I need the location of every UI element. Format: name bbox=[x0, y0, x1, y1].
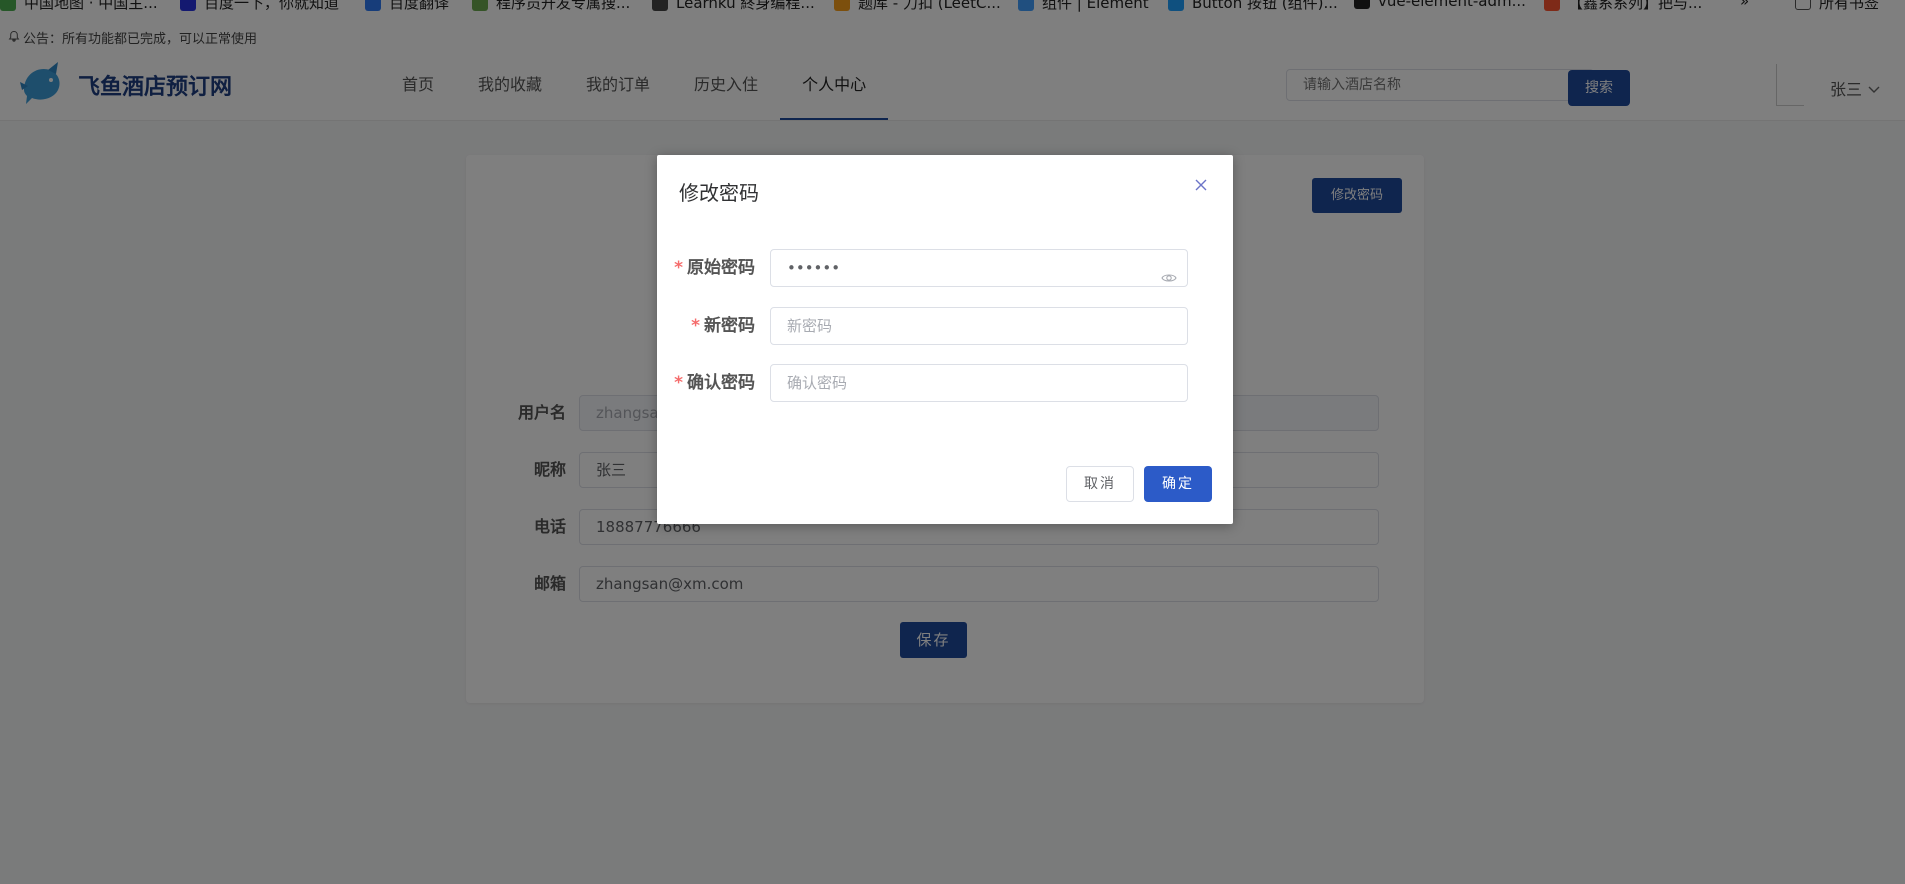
eye-icon[interactable] bbox=[1161, 261, 1177, 297]
new-password-label: * 新密码 bbox=[691, 316, 755, 336]
change-password-dialog: 修改密码 * 原始密码 •••••• * 新密码 新密码 * 确认密码 确认密码 取消… bbox=[657, 155, 1233, 524]
old-password-label: * 原始密码 bbox=[674, 258, 755, 278]
confirm-password-label: * 确认密码 bbox=[674, 373, 755, 393]
close-icon[interactable] bbox=[1194, 175, 1208, 195]
new-password-row: * 新密码 新密码 bbox=[657, 307, 1233, 345]
confirm-button[interactable]: 确定 bbox=[1144, 466, 1212, 502]
confirm-password-input[interactable]: 确认密码 bbox=[770, 364, 1188, 402]
old-password-row: * 原始密码 •••••• bbox=[657, 249, 1233, 287]
confirm-password-row: * 确认密码 确认密码 bbox=[657, 364, 1233, 402]
old-password-input[interactable]: •••••• bbox=[770, 249, 1188, 287]
required-mark: * bbox=[674, 373, 683, 393]
cancel-button[interactable]: 取消 bbox=[1066, 466, 1134, 502]
new-password-input[interactable]: 新密码 bbox=[770, 307, 1188, 345]
required-mark: * bbox=[674, 258, 683, 278]
dialog-title: 修改密码 bbox=[679, 181, 759, 205]
required-mark: * bbox=[691, 316, 700, 336]
